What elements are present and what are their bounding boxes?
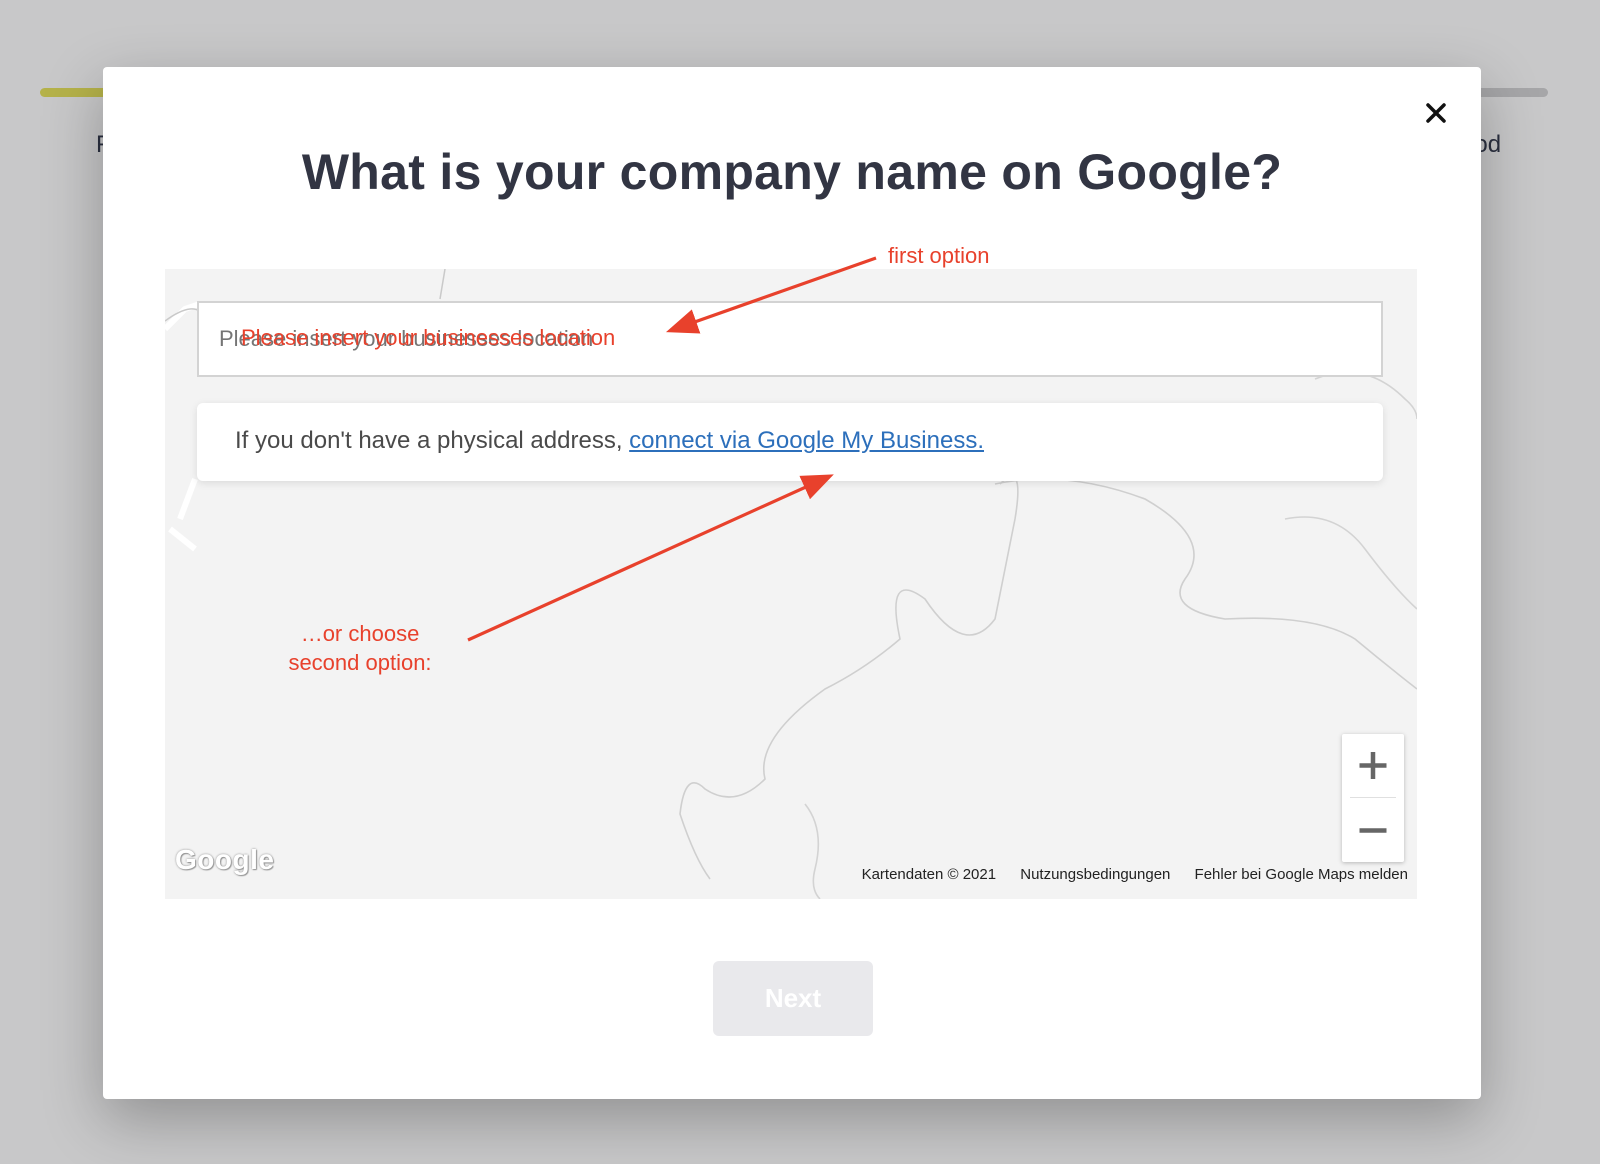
google-map[interactable]: Please insert your businesses location I…: [165, 269, 1417, 899]
info-text-prefix: If you don't have a physical address,: [235, 427, 630, 454]
close-icon: [1426, 103, 1446, 123]
zoom-out-button[interactable]: [1342, 799, 1404, 862]
google-logo: Google: [175, 844, 275, 875]
google-my-business-link[interactable]: connect via Google My Business.: [629, 427, 984, 454]
location-search-field[interactable]: Please insert your businesses location: [197, 301, 1383, 377]
zoom-divider: [1350, 797, 1396, 798]
close-button[interactable]: [1418, 95, 1454, 131]
no-address-info-text: If you don't have a physical address, co…: [235, 427, 984, 455]
modal-title: What is your company name on Google?: [301, 144, 1283, 200]
map-zoom-control: [1342, 734, 1404, 862]
next-button[interactable]: Next: [713, 961, 873, 1036]
no-address-info-box: If you don't have a physical address, co…: [197, 403, 1383, 481]
map-footer: Kartendaten © 2021 Nutzungsbedingungen F…: [842, 866, 1408, 883]
second-option-annotation-line2: second option:: [288, 650, 432, 675]
zoom-in-button[interactable]: [1342, 734, 1404, 797]
first-option-annotation: first option: [888, 243, 990, 268]
company-name-modal: What is your company name on Google? Ple…: [103, 67, 1481, 1099]
map-data-credit: Kartendaten © 2021: [861, 866, 997, 883]
plus-icon: [1359, 752, 1387, 779]
map-terms-link[interactable]: Nutzungsbedingungen: [1020, 866, 1170, 883]
minus-icon: [1359, 828, 1387, 833]
map-report-error-link[interactable]: Fehler bei Google Maps melden: [1195, 866, 1408, 883]
second-option-annotation-line1: …or choose: [300, 621, 420, 646]
location-search-input[interactable]: [199, 303, 1381, 375]
second-option-annotation: …or choose second option:: [262, 619, 458, 677]
